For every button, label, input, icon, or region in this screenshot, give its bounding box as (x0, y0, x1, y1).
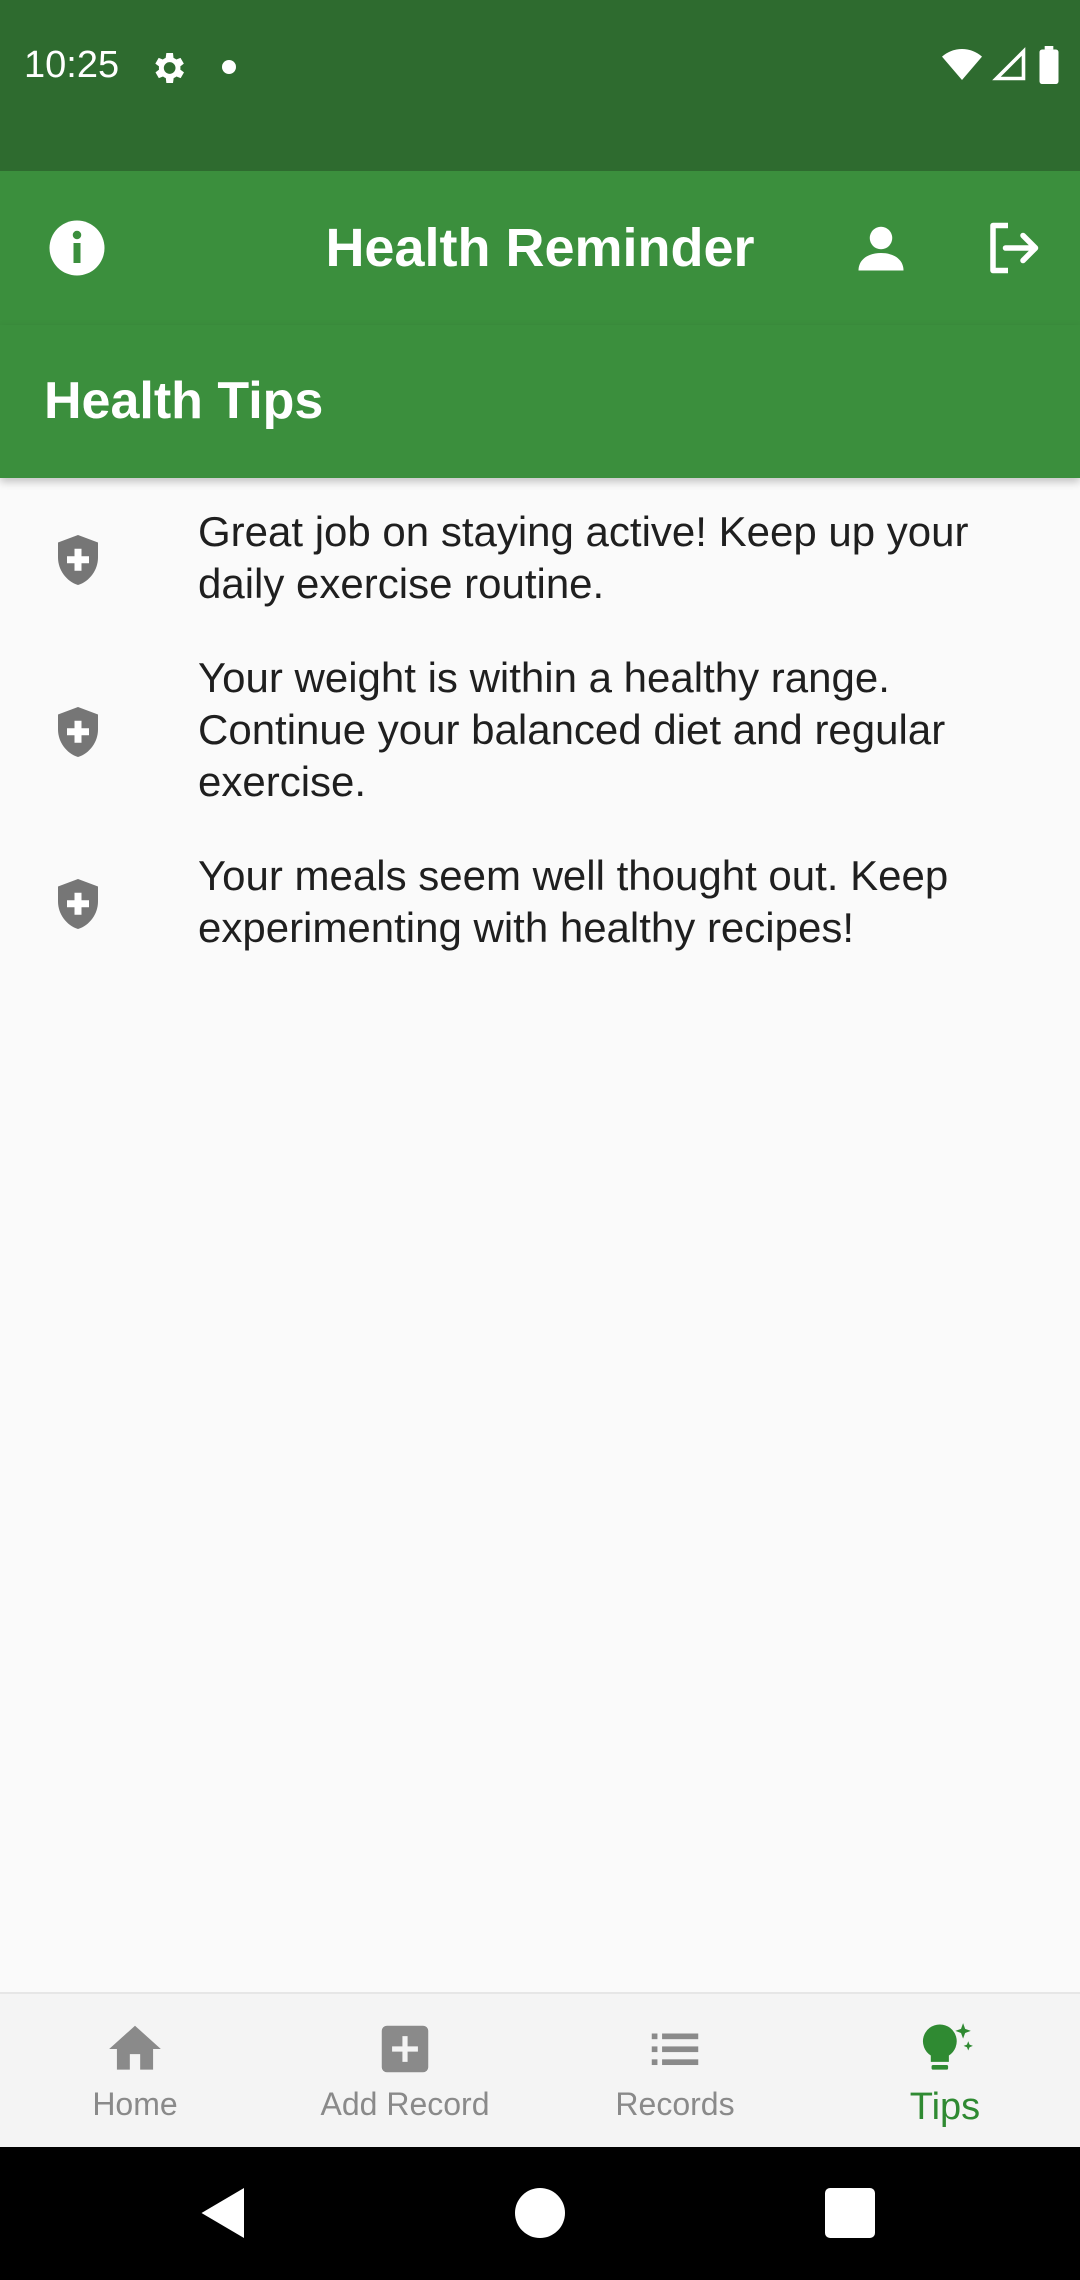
nav-item-records[interactable]: Records (540, 1994, 810, 2147)
app-title: Health Reminder (325, 218, 755, 278)
list-item: Great job on staying active! Keep up you… (0, 496, 1080, 624)
nav-label: Home (92, 2086, 178, 2122)
nav-item-home[interactable]: Home (0, 1994, 270, 2147)
nav-item-tips[interactable]: Tips (810, 1994, 1080, 2147)
battery-icon (1039, 46, 1059, 84)
app-bar: Health Reminder (0, 171, 1080, 325)
nav-item-add-record[interactable]: Add Record (270, 1994, 540, 2147)
nav-label: Records (615, 2086, 735, 2122)
home-button-icon[interactable] (510, 2183, 570, 2243)
shield-plus-icon (58, 879, 98, 929)
section-header: Health Tips (0, 325, 1080, 478)
logout-icon[interactable] (983, 218, 1043, 278)
profile-icon[interactable] (851, 218, 911, 278)
section-title: Health Tips (44, 372, 324, 430)
status-indicators (942, 46, 1060, 84)
recents-icon[interactable] (820, 2183, 880, 2243)
shield-plus-icon (58, 535, 98, 585)
nav-label: Tips (909, 2086, 981, 2128)
add-box-icon (381, 2025, 429, 2073)
status-bar: 10:25 (0, 0, 1080, 171)
tip-text: Your meals seem well thought out. Keep e… (198, 852, 949, 951)
notification-dot-icon (222, 60, 236, 74)
bottom-navigation: Home Add Record Records Tips (0, 1992, 1080, 2147)
status-time: 10:25 (24, 44, 120, 86)
settings-gear-icon (155, 53, 184, 83)
cellular-signal-icon (992, 47, 1026, 81)
wifi-icon (942, 49, 982, 80)
tip-text: Your weight is within a healthy range. C… (198, 654, 946, 805)
list-icon (651, 2033, 699, 2066)
tip-text: Great job on staying active! Keep up you… (198, 508, 969, 607)
list-item: Your meals seem well thought out. Keep e… (0, 840, 1080, 968)
tips-list: Great job on staying active! Keep up you… (0, 496, 1080, 968)
tips-lightbulb-icon (922, 2023, 973, 2070)
nav-label: Add Record (320, 2086, 490, 2122)
home-icon (109, 2025, 161, 2070)
list-item: Your weight is within a healthy range. C… (0, 642, 1080, 822)
shield-plus-icon (58, 707, 98, 757)
back-icon[interactable] (194, 2183, 254, 2243)
system-navigation-bar (0, 2147, 1080, 2280)
